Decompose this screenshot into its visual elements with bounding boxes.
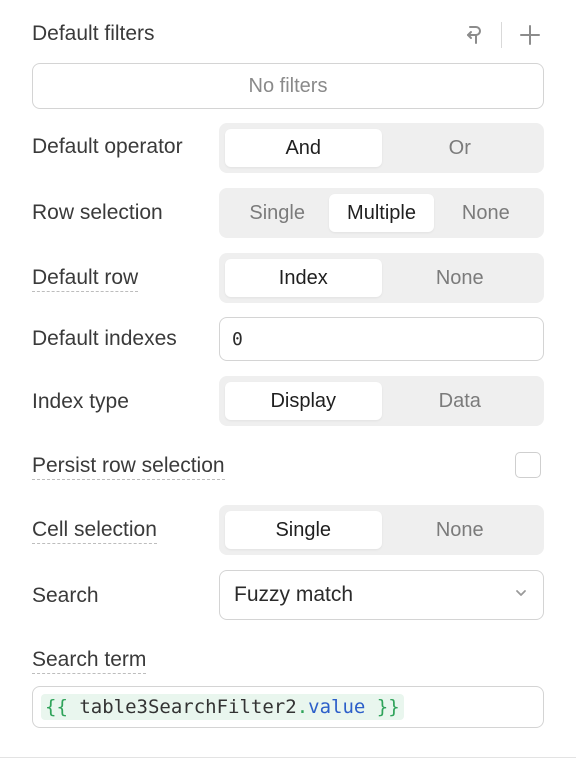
search-term-input[interactable]: {{ table3SearchFilter2.value }} — [32, 686, 544, 728]
persist-row-selection-row: Persist row selection — [32, 452, 544, 482]
index-type-toggle: Display Data — [219, 376, 544, 426]
row-selection-label: Row selection — [32, 201, 163, 224]
code-identifier: table3SearchFilter2 — [79, 696, 297, 718]
default-filters-header: Default filters — [32, 18, 544, 52]
search-mode-value: Fuzzy match — [234, 583, 354, 606]
default-row-toggle: Index None — [219, 253, 544, 303]
default-operator-label: Default operator — [32, 135, 183, 158]
code-close-brace: }} — [376, 696, 400, 718]
row-selection-toggle: Single Multiple None — [219, 188, 544, 238]
row-selection-option-multiple[interactable]: Multiple — [329, 194, 434, 232]
cell-selection-label: Cell selection — [32, 518, 157, 544]
code-property: value — [308, 696, 366, 718]
reset-arrow-icon[interactable] — [459, 21, 487, 49]
default-indexes-label: Default indexes — [32, 327, 177, 350]
default-operator-toggle: And Or — [219, 123, 544, 173]
persist-row-selection-label: Persist row selection — [32, 454, 225, 480]
index-type-label: Index type — [32, 390, 129, 413]
search-mode-select[interactable]: Fuzzy match — [219, 570, 544, 620]
persist-row-selection-checkbox[interactable] — [515, 452, 541, 478]
index-type-option-data[interactable]: Data — [382, 382, 539, 420]
no-filters-box[interactable]: No filters — [32, 63, 544, 109]
index-type-option-display[interactable]: Display — [225, 382, 382, 420]
default-row-option-none[interactable]: None — [382, 259, 539, 297]
default-row-row: Default row Index None — [32, 253, 544, 303]
row-selection-option-single[interactable]: Single — [225, 194, 329, 232]
search-row: Search Fuzzy match — [32, 570, 544, 620]
operator-option-and[interactable]: And — [225, 129, 382, 167]
cell-selection-option-single[interactable]: Single — [225, 511, 382, 549]
cell-selection-option-none[interactable]: None — [382, 511, 539, 549]
code-dot: . — [296, 696, 309, 718]
plus-icon[interactable] — [516, 21, 544, 49]
search-term-row: Search term — [32, 648, 544, 676]
cell-selection-toggle: Single None — [219, 505, 544, 555]
code-expression: {{ table3SearchFilter2.value }} — [41, 694, 404, 720]
index-type-row: Index type Display Data — [32, 376, 544, 426]
row-selection-option-none[interactable]: None — [434, 194, 538, 232]
cell-selection-row: Cell selection Single None — [32, 505, 544, 555]
default-operator-row: Default operator And Or — [32, 123, 544, 173]
bottom-divider — [0, 757, 576, 758]
search-term-label: Search term — [32, 648, 147, 674]
search-label: Search — [32, 584, 99, 607]
row-selection-row: Row selection Single Multiple None — [32, 188, 544, 238]
default-indexes-row: Default indexes 0 — [32, 317, 544, 361]
default-filters-title: Default filters — [32, 22, 155, 45]
header-divider — [501, 22, 502, 48]
default-row-option-index[interactable]: Index — [225, 259, 382, 297]
operator-option-or[interactable]: Or — [382, 129, 539, 167]
header-actions — [459, 18, 544, 52]
default-row-label: Default row — [32, 266, 139, 292]
code-open-brace: {{ — [45, 696, 68, 718]
chevron-down-icon — [513, 583, 529, 607]
default-indexes-input[interactable]: 0 — [219, 317, 544, 361]
